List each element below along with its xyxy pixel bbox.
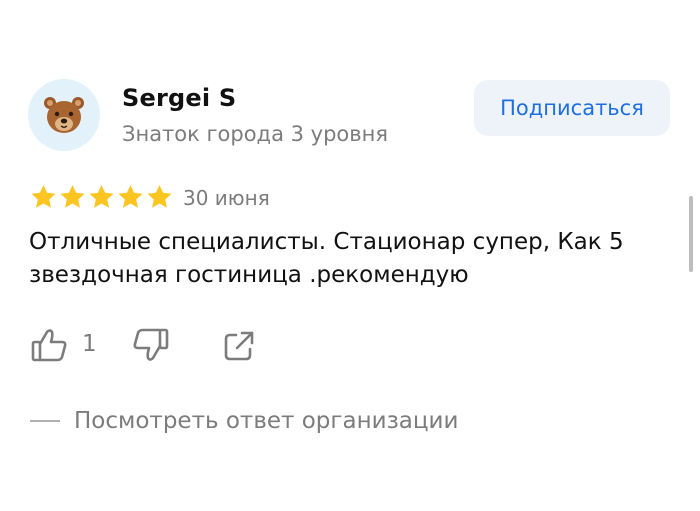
star-icon bbox=[118, 185, 143, 208]
bear-face-icon bbox=[44, 97, 84, 133]
thumbs-up-icon bbox=[31, 329, 67, 362]
dislike-button[interactable] bbox=[132, 326, 170, 368]
subscribe-button[interactable]: Подписаться bbox=[474, 80, 670, 136]
view-org-reply-link[interactable]: Посмотреть ответ организации bbox=[30, 408, 458, 434]
thumbs-down-icon bbox=[133, 328, 169, 361]
author-avatar[interactable] bbox=[28, 79, 100, 151]
rating-stars bbox=[29, 183, 174, 211]
star-icon bbox=[147, 185, 172, 208]
author-level: Знаток города 3 уровня bbox=[122, 122, 389, 146]
star-icon bbox=[89, 185, 114, 208]
divider-dash bbox=[30, 420, 60, 422]
like-count: 1 bbox=[82, 331, 97, 357]
star-icon bbox=[60, 185, 85, 208]
like-button[interactable] bbox=[30, 326, 68, 364]
author-name[interactable]: Sergei S bbox=[122, 84, 236, 112]
org-reply-label: Посмотреть ответ организации bbox=[74, 408, 459, 434]
review-text: Отличные специалисты. Стационар супер, К… bbox=[29, 229, 624, 288]
review-date: 30 июня bbox=[183, 186, 270, 210]
share-icon bbox=[224, 331, 254, 361]
subscribe-button-label: Подписаться bbox=[500, 96, 644, 120]
share-button[interactable] bbox=[222, 329, 256, 367]
scrollbar[interactable] bbox=[689, 196, 693, 272]
star-icon bbox=[31, 185, 56, 208]
